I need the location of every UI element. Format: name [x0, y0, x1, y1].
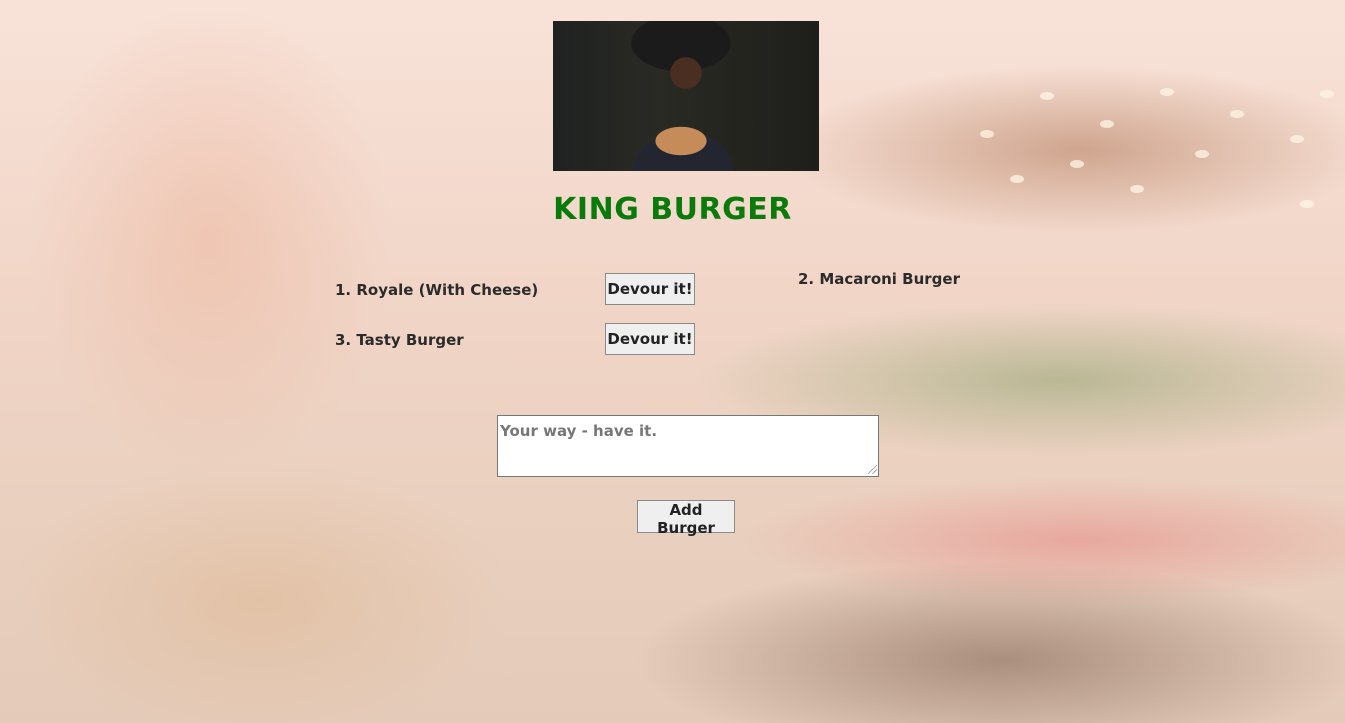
main-container: KING BURGER 1. Royale (With Cheese) Devo…	[0, 0, 1345, 723]
burger-item-name: 3. Tasty Burger	[335, 331, 464, 349]
hero-image	[553, 21, 819, 171]
resize-grip-icon[interactable]	[868, 465, 877, 474]
page-title: KING BURGER	[553, 192, 792, 227]
burger-item-name: 1. Royale (With Cheese)	[335, 281, 539, 299]
devour-button[interactable]: Devour it!	[605, 273, 695, 305]
devoured-burger-name: 2. Macaroni Burger	[798, 270, 960, 288]
devour-button[interactable]: Devour it!	[605, 323, 695, 355]
add-burger-button[interactable]: Add Burger	[637, 500, 735, 537]
burger-name-input[interactable]	[497, 415, 879, 477]
